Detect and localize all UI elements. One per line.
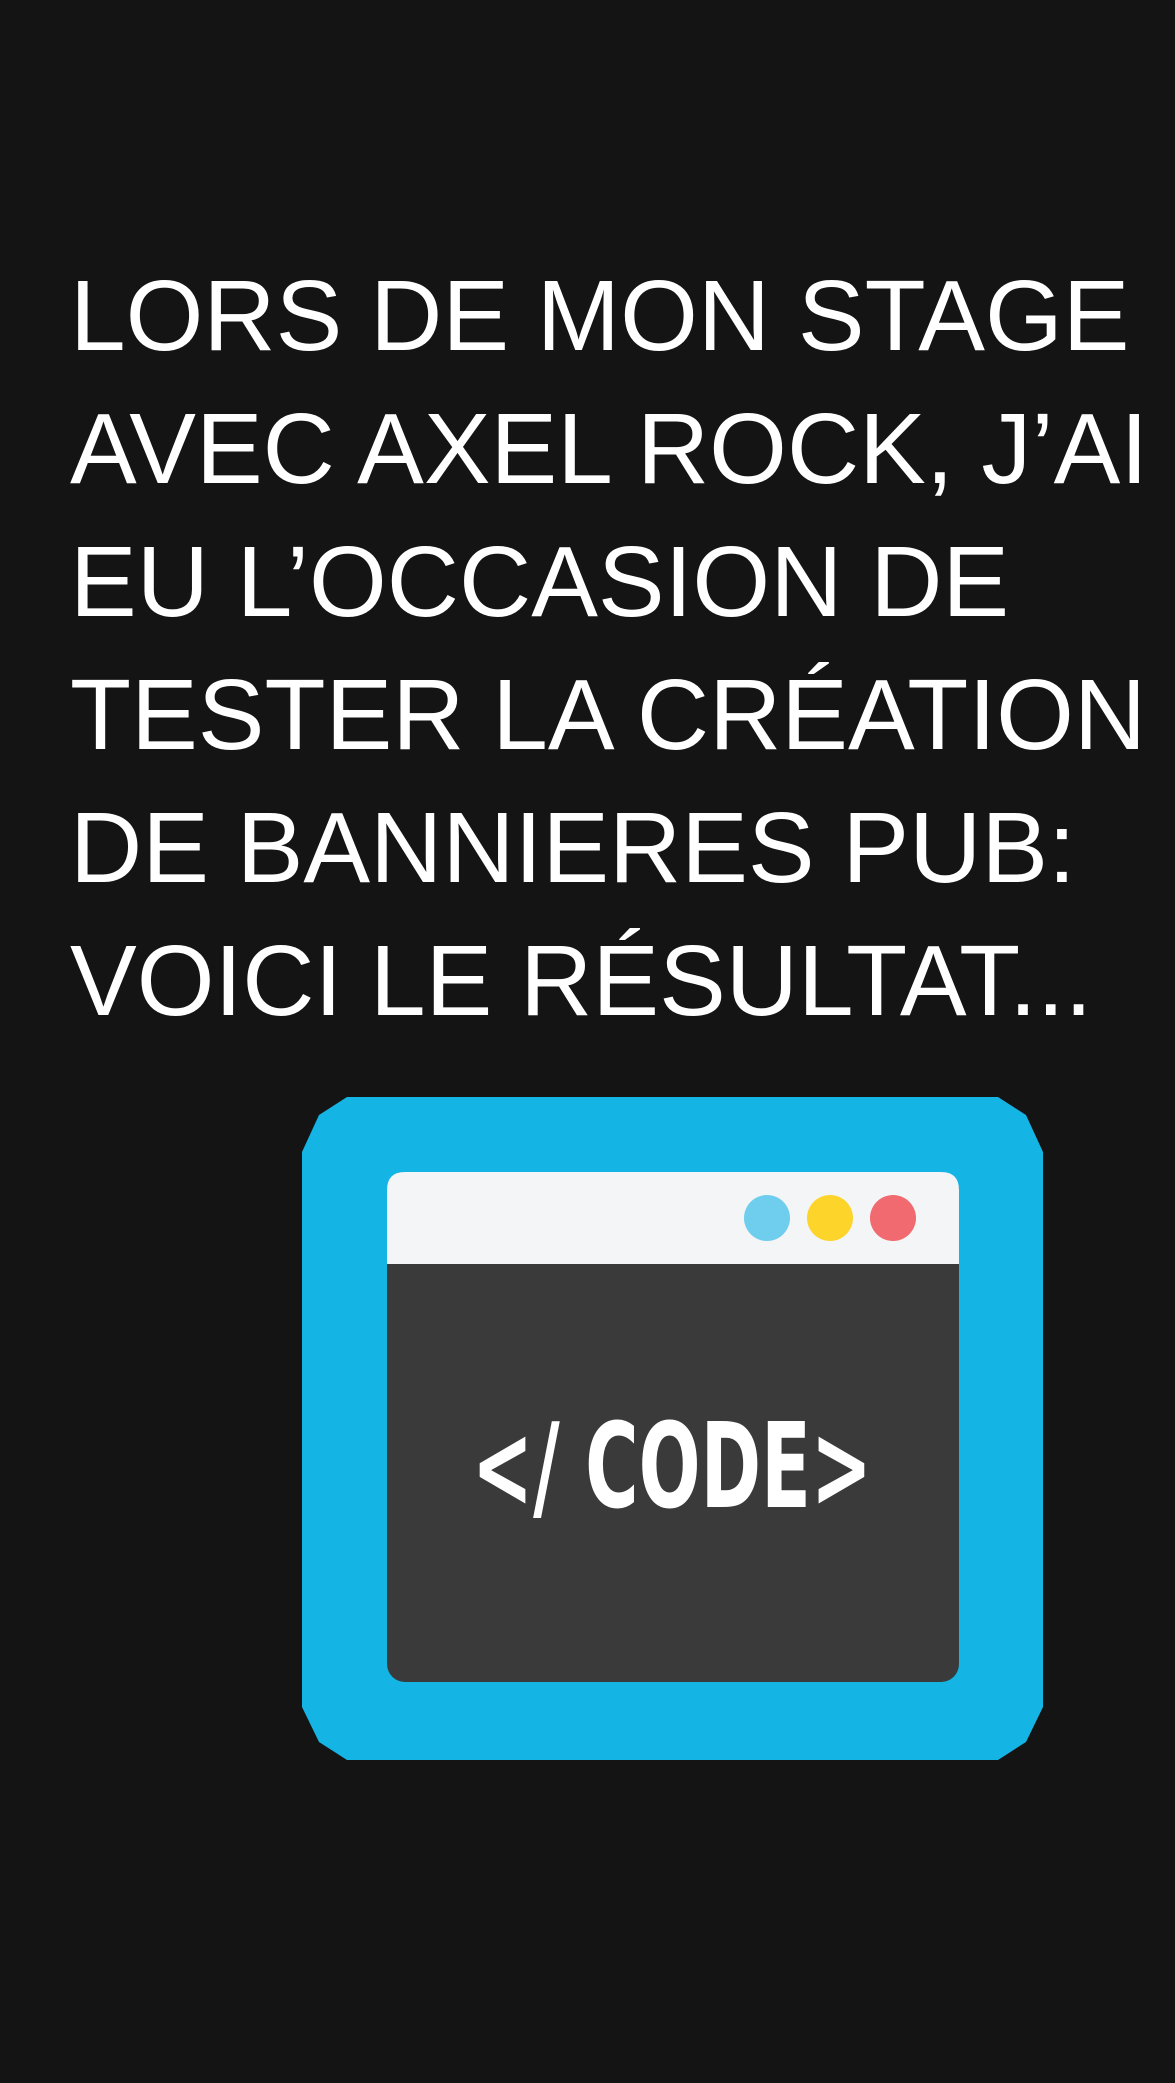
- window-dot-blue: [744, 1195, 790, 1241]
- window-dot-red: [870, 1195, 916, 1241]
- headline-line-6: VOICI LE RÉSULTAT...: [70, 925, 1093, 1037]
- headline-line-1: LORS DE MON STAGE: [70, 260, 1130, 372]
- page: LORS DE MON STAGE AVEC AXEL ROCK, J’AI E…: [0, 0, 1175, 2083]
- headline-line-2: AVEC AXEL ROCK, J’AI: [70, 393, 1149, 505]
- headline-line-4: TESTER LA CRÉATION: [70, 659, 1147, 771]
- code-window-icon: </ CODE>: [302, 1097, 1043, 1760]
- headline-line-3: EU L’OCCASION DE: [70, 526, 1010, 638]
- code-window-graphic: </ CODE>: [302, 1097, 1043, 1760]
- code-label: </ CODE>: [472, 1397, 872, 1535]
- window-dot-yellow: [807, 1195, 853, 1241]
- headline-line-5: DE BANNIERES PUB:: [70, 792, 1076, 904]
- headline: LORS DE MON STAGE AVEC AXEL ROCK, J’AI E…: [70, 250, 1150, 1048]
